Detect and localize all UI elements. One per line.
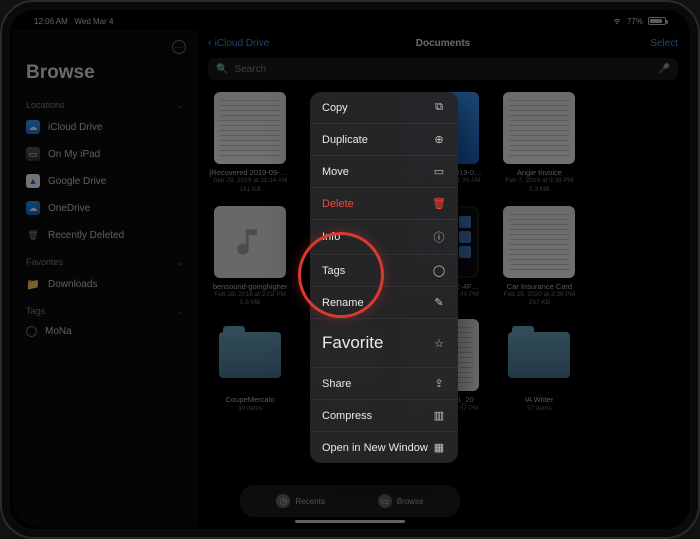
sidebar-item-tag-mona[interactable]: MoNa (22, 320, 188, 343)
cloud-icon: ☁ (26, 120, 40, 134)
status-bar: 12:06 AM Wed Mar 4 77% (12, 12, 688, 30)
context-move[interactable]: Move▭ (310, 156, 458, 188)
bottom-tab-bar: ◷Recents ▭Browse (240, 485, 460, 517)
topbar: ‹ iCloud Drive Documents Select (198, 30, 688, 56)
sidebar-item-onedrive[interactable]: ☁OneDrive (22, 195, 188, 222)
share-icon: ⇪ (432, 377, 446, 390)
folder-item[interactable]: iA Writer57 items (495, 319, 583, 421)
archive-icon: ▥ (432, 409, 446, 422)
folder-thumb-icon (503, 319, 575, 391)
file-item[interactable]: bensound-goinghigherFeb 28, 2018 at 2:02… (206, 206, 294, 308)
music-thumb-icon (214, 206, 286, 278)
select-button[interactable]: Select (650, 38, 678, 49)
sidebar-item-downloads[interactable]: 📁Downloads (22, 271, 188, 298)
context-info[interactable]: Infoⓘ (310, 220, 458, 255)
tag-circle-icon (26, 326, 37, 337)
battery-icon (648, 17, 666, 25)
info-icon: ⓘ (432, 229, 446, 245)
search-icon: 🔍 (216, 64, 228, 75)
sidebar-item-icloud-drive[interactable]: ☁iCloud Drive (22, 114, 188, 141)
more-options-icon[interactable] (172, 40, 186, 54)
clock-icon: ◷ (276, 494, 290, 508)
context-copy[interactable]: Copy⧉ (310, 92, 458, 124)
folder-icon: 📁 (26, 277, 40, 291)
folder-icon: ▭ (432, 165, 446, 178)
file-item[interactable]: [Recovered 2019-09-29, 11_34... (218 ite… (206, 92, 294, 194)
google-drive-icon: ▲ (26, 174, 40, 188)
context-share[interactable]: Share⇪ (310, 368, 458, 400)
folder-thumb-icon (214, 319, 286, 391)
status-date: Wed Mar 4 (74, 17, 113, 26)
context-open-new-window[interactable]: Open in New Window▦ (310, 432, 458, 463)
wifi-icon (612, 17, 622, 25)
context-tags[interactable]: Tags◯ (310, 255, 458, 287)
window-icon: ▦ (432, 441, 446, 454)
status-time: 12:06 AM (34, 17, 68, 26)
trash-icon: 🗑 (432, 197, 446, 210)
pencil-icon: ✎ (432, 296, 446, 309)
chevron-down-icon: ⌄ (177, 101, 184, 110)
document-thumb-icon (503, 92, 575, 164)
context-menu: Copy⧉ Duplicate⊕ Move▭ Delete🗑 Infoⓘ Tag… (310, 92, 458, 463)
context-compress[interactable]: Compress▥ (310, 400, 458, 432)
tab-recents[interactable]: ◷Recents (276, 494, 324, 508)
chevron-down-icon: ⌄ (177, 258, 184, 267)
sidebar-item-recently-deleted[interactable]: 🗑Recently Deleted (22, 222, 188, 249)
duplicate-icon: ⊕ (432, 133, 446, 146)
tag-icon: ◯ (432, 264, 446, 277)
context-delete[interactable]: Delete🗑 (310, 188, 458, 220)
copy-icon: ⧉ (432, 101, 446, 114)
chevron-down-icon: ⌄ (177, 307, 184, 316)
search-input[interactable]: 🔍 Search 🎤 (208, 58, 678, 80)
ipad-icon: ▭ (26, 147, 40, 161)
onedrive-icon: ☁ (26, 201, 40, 215)
star-icon: ☆ (432, 337, 446, 350)
sidebar-section-locations[interactable]: Locations⌄ (22, 92, 188, 114)
trash-icon: 🗑 (26, 228, 40, 242)
sidebar: Browse Locations⌄ ☁iCloud Drive ▭On My i… (12, 30, 198, 527)
folder-icon: ▭ (378, 494, 392, 508)
sidebar-section-favorites[interactable]: Favorites⌄ (22, 249, 188, 271)
file-item[interactable]: Car Insurance CardFeb 25, 2020 at 3:36 P… (495, 206, 583, 308)
context-rename[interactable]: Rename✎ (310, 287, 458, 319)
context-duplicate[interactable]: Duplicate⊕ (310, 124, 458, 156)
sidebar-item-google-drive[interactable]: ▲Google Drive (22, 168, 188, 195)
home-indicator[interactable] (295, 520, 405, 523)
folder-item[interactable]: CoupeMercato30 items (206, 319, 294, 421)
sidebar-item-on-my-ipad[interactable]: ▭On My iPad (22, 141, 188, 168)
mic-icon[interactable]: 🎤 (658, 64, 670, 75)
page-title: Documents (416, 38, 470, 49)
search-placeholder: Search (234, 64, 266, 75)
battery-percent: 77% (627, 17, 643, 26)
sidebar-section-tags[interactable]: Tags⌄ (22, 298, 188, 320)
tab-browse[interactable]: ▭Browse (378, 494, 424, 508)
file-item[interactable]: Angie InvoiceFeb 7, 2019 at 9:38 PM5.3 M… (495, 92, 583, 194)
context-favorite[interactable]: Favorite☆ (310, 319, 458, 368)
sidebar-title: Browse (22, 62, 188, 92)
back-button[interactable]: ‹ iCloud Drive (208, 37, 269, 49)
document-thumb-icon (214, 92, 286, 164)
document-thumb-icon (503, 206, 575, 278)
chevron-left-icon: ‹ (208, 37, 212, 49)
